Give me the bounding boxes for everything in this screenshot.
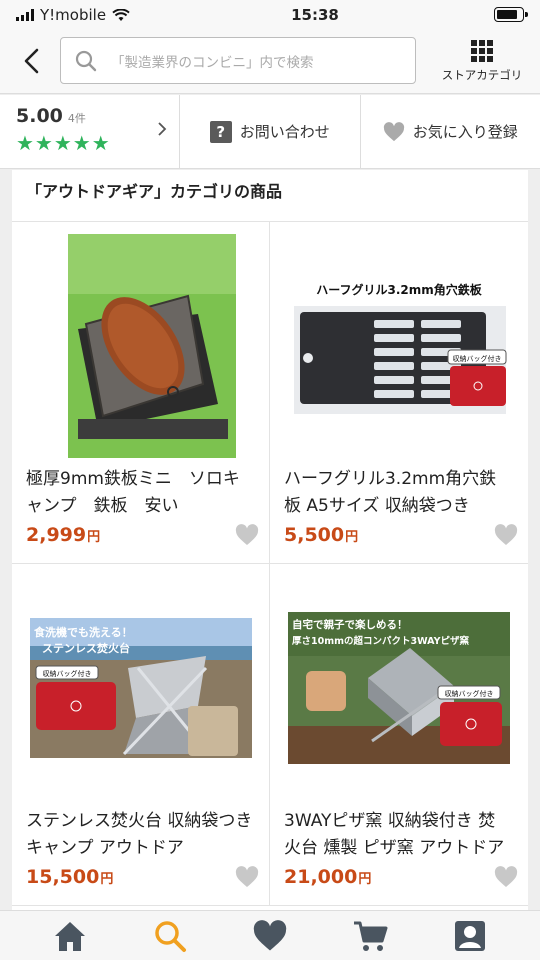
product-price: 15,500円 [26, 866, 113, 888]
product-name[interactable]: ハーフグリル3.2mm角穴鉄板 A5サイズ 収納袋つき [284, 466, 512, 520]
price-currency: 円 [345, 530, 359, 545]
price-value: 15,500 [26, 866, 100, 888]
bottom-nav [0, 910, 540, 960]
product-price: 5,500円 [284, 524, 358, 546]
inquiry-button[interactable]: ? お問い合わせ [180, 95, 360, 168]
product-grid: 極厚9mm鉄板ミニ ソロキャンプ 鉄板 安い 2,999円 ハーフグリル3.2m… [12, 222, 528, 906]
store-category-label: ストアカテゴリ [441, 68, 523, 82]
nav-home[interactable] [43, 919, 97, 953]
heart-icon [253, 919, 287, 951]
image-badge: 収納バッグ付き [453, 354, 502, 363]
image-title-2: 厚さ10mmの超コンパクト3WAYピザ窯 [292, 635, 470, 647]
favorite-store-button[interactable]: お気に入り登録 [359, 95, 540, 168]
product-price: 21,000円 [284, 866, 371, 888]
product-image[interactable] [28, 234, 254, 458]
image-title-1: 食洗機でも洗える！ [34, 625, 133, 639]
product-price: 2,999円 [26, 524, 100, 546]
product-image[interactable]: ハーフグリル3.2mm角穴鉄板 収納バッグ付き [286, 234, 512, 458]
favorite-label: お気に入り登録 [412, 123, 518, 141]
product-image[interactable]: 食洗機でも洗える！ ステンレス焚火台 収納バッグ付き [28, 576, 254, 800]
image-title: ハーフグリル3.2mm角穴鉄板 [316, 282, 483, 297]
star-rating: ★★★★★ [16, 131, 111, 155]
product-card[interactable]: 自宅で親子で楽しめる！ 厚さ10mmの超コンパクト3WAYピザ窯 収納バッグ付き… [270, 564, 528, 906]
nav-favorites[interactable] [243, 919, 297, 952]
product-image[interactable]: 自宅で親子で楽しめる！ 厚さ10mmの超コンパクト3WAYピザ窯 収納バッグ付き [286, 576, 512, 800]
clock: 15:38 [291, 6, 339, 24]
review-count: 4件 [67, 112, 86, 125]
carrier-name: Y!mobile [40, 6, 107, 24]
favorite-heart-icon[interactable] [235, 524, 259, 546]
grid-icon [471, 40, 493, 62]
image-title-1: 自宅で親子で楽しめる！ [292, 618, 408, 631]
store-category-button[interactable]: ストアカテゴリ [434, 36, 530, 83]
price-value: 21,000 [284, 866, 358, 888]
product-name[interactable]: 極厚9mm鉄板ミニ ソロキャンプ 鉄板 安い [26, 466, 254, 520]
section-title: 「アウトドアギア」カテゴリの商品 [12, 170, 528, 222]
price-currency: 円 [87, 530, 101, 545]
signal-icon [16, 9, 34, 21]
rating-button[interactable]: 5.00 4件 ★★★★★ [0, 95, 180, 168]
search-icon [155, 920, 186, 952]
price-value: 5,500 [284, 524, 345, 546]
account-icon [455, 920, 485, 951]
product-card[interactable]: 食洗機でも洗える！ ステンレス焚火台 収納バッグ付き ステンレス焚火台 収納袋つ… [12, 564, 270, 906]
question-icon: ? [209, 120, 232, 143]
image-badge: 収納バッグ付き [445, 689, 494, 698]
cart-icon [354, 921, 388, 951]
product-section: 「アウトドアギア」カテゴリの商品 極厚9mm鉄板ミニ ソロキャンプ 鉄板 安い … [12, 170, 528, 910]
inquiry-label: お問い合わせ [239, 123, 330, 141]
nav-search[interactable] [143, 919, 197, 953]
wifi-icon [112, 8, 130, 21]
chevron-right-icon [158, 122, 167, 136]
back-button[interactable] [18, 46, 46, 76]
nav-cart[interactable] [343, 919, 397, 953]
product-name[interactable]: ステンレス焚火台 収納袋つき キャンプ アウトドア [26, 808, 254, 862]
price-value: 2,999 [26, 524, 87, 546]
product-name[interactable]: 3WAYピザ窯 収納袋付き 焚火台 燻製 ピザ窯 アウトドア [284, 808, 512, 862]
status-bar: Y!mobile 15:38 [0, 0, 540, 30]
product-card[interactable]: 極厚9mm鉄板ミニ ソロキャンプ 鉄板 安い 2,999円 [12, 222, 270, 564]
battery-icon [494, 7, 528, 22]
favorite-heart-icon[interactable] [494, 866, 518, 888]
favorite-heart-icon[interactable] [494, 524, 518, 546]
header: 「製造業界のコンビニ」内で検索 ストアカテゴリ [0, 30, 540, 94]
search-input[interactable]: 「製造業界のコンビニ」内で検索 [60, 37, 416, 84]
heart-icon [383, 121, 404, 141]
image-badge: 収納バッグ付き [43, 669, 92, 678]
product-card[interactable]: ハーフグリル3.2mm角穴鉄板 収納バッグ付き ハーフグリル3.2mm角穴鉄板 … [270, 222, 528, 564]
image-title-2: ステンレス焚火台 [42, 641, 130, 655]
nav-account[interactable] [443, 920, 497, 952]
price-currency: 円 [100, 872, 114, 887]
shop-bar: 5.00 4件 ★★★★★ ? お問い合わせ お気に入り登録 [0, 95, 540, 169]
price-currency: 円 [358, 872, 372, 887]
rating-score: 5.00 [16, 105, 63, 127]
favorite-heart-icon[interactable] [235, 866, 259, 888]
search-placeholder: 「製造業界のコンビニ」内で検索 [111, 54, 314, 71]
home-icon [55, 921, 85, 951]
search-icon [61, 49, 111, 73]
